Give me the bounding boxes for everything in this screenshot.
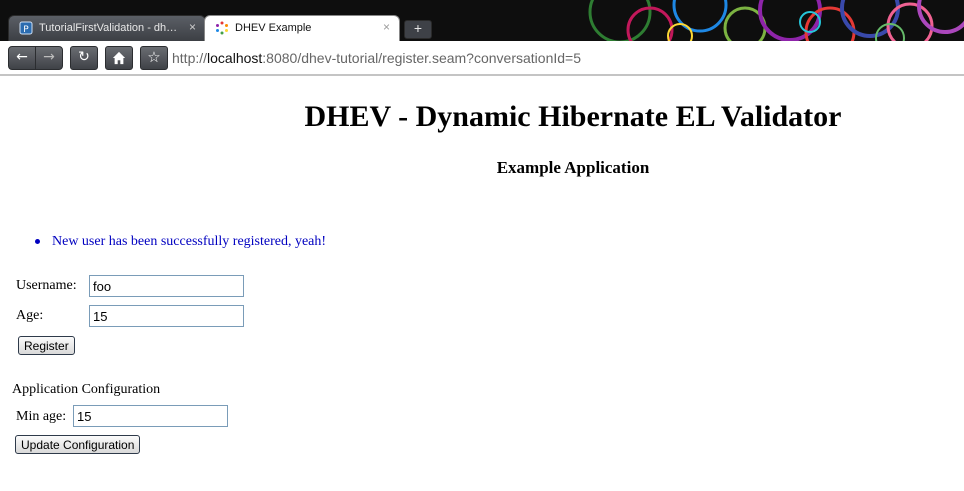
register-button[interactable]: Register <box>18 336 75 355</box>
back-button[interactable]: ← <box>8 46 36 70</box>
age-label: Age: <box>16 308 44 323</box>
message-bullet-icon <box>35 239 40 244</box>
page-content: DHEV - Dynamic Hibernate EL Validator Ex… <box>0 76 964 491</box>
svg-text:P: P <box>23 25 29 35</box>
address-bar[interactable]: http://localhost:8080/dhev-tutorial/regi… <box>172 50 581 66</box>
reload-icon: ↻ <box>78 49 90 65</box>
tab-dhev-example[interactable]: DHEV Example × <box>204 15 400 41</box>
new-tab-button[interactable]: + <box>404 20 432 39</box>
browser-toolbar: ← → ↻ ☆ http://localhost:8080/dhev-tutor… <box>0 41 964 76</box>
url-path: :8080/dhev-tutorial/register.seam?conver… <box>262 50 581 66</box>
url-scheme: http:// <box>172 50 208 66</box>
page-title: DHEV - Dynamic Hibernate EL Validator <box>304 100 842 133</box>
min-age-label: Min age: <box>16 409 67 424</box>
username-input[interactable] <box>89 275 244 297</box>
close-tab-icon[interactable]: × <box>189 20 196 34</box>
update-configuration-button[interactable]: Update Configuration <box>15 435 141 454</box>
theme-decoration <box>560 0 964 41</box>
home-icon <box>112 51 126 65</box>
reload-button[interactable]: ↻ <box>70 46 98 70</box>
star-icon: ☆ <box>147 48 161 66</box>
tab-tutorial-first-validation[interactable]: P TutorialFirstValidation - dhe… × <box>8 15 206 41</box>
status-message: New user has been successfully registere… <box>52 234 327 249</box>
age-input[interactable] <box>89 305 244 327</box>
browser-tab-strip: P TutorialFirstValidation - dhe… × DHEV … <box>0 0 964 41</box>
back-arrow-icon: ← <box>16 49 28 65</box>
bookmark-button[interactable]: ☆ <box>140 46 168 70</box>
close-tab-icon[interactable]: × <box>383 20 390 34</box>
username-label: Username: <box>16 278 77 293</box>
loading-spinner-icon <box>216 21 228 35</box>
page-favicon-icon: P <box>19 21 33 35</box>
config-heading: Application Configuration <box>12 382 161 397</box>
tab-title: DHEV Example <box>235 22 312 34</box>
page-subtitle: Example Application <box>496 158 650 177</box>
home-button[interactable] <box>105 46 133 70</box>
min-age-input[interactable] <box>73 405 228 427</box>
tab-title: TutorialFirstValidation - dhe… <box>39 22 179 34</box>
forward-arrow-icon: → <box>43 49 55 65</box>
url-host: localhost <box>207 50 263 66</box>
forward-button[interactable]: → <box>35 46 63 70</box>
